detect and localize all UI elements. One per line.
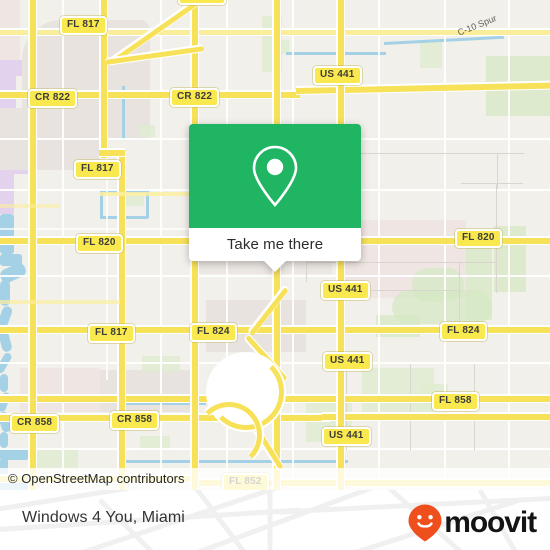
moovit-map-screenshot: FL 817 CR 822 CR 822 US 441 FL 817 FL 82… (0, 0, 550, 550)
road-shield (178, 0, 226, 5)
landuse-grass (139, 125, 155, 137)
landuse-grass (126, 196, 144, 206)
road-shield: US 441 (322, 427, 371, 446)
road-primary (322, 414, 550, 420)
road-shield: CR 858 (10, 414, 60, 433)
road-shield: FL 824 (190, 323, 237, 342)
road-shield: US 441 (323, 352, 372, 371)
road-secondary (0, 204, 60, 208)
road-shield: FL 824 (440, 322, 487, 341)
road-shield: US 441 (313, 66, 362, 85)
road-shield: FL 820 (455, 229, 502, 248)
map-canvas[interactable]: FL 817 CR 822 CR 822 US 441 FL 817 FL 82… (0, 0, 550, 490)
water-body (0, 214, 14, 254)
place-name: Windows 4 You, Miami (22, 509, 185, 526)
road-secondary (100, 192, 196, 196)
popup-footer[interactable]: Take me there (189, 228, 361, 272)
take-me-there-label: Take me there (226, 236, 324, 253)
road-track (306, 262, 307, 282)
road-shield: FL 858 (432, 392, 479, 411)
landuse-residential (96, 370, 196, 412)
road-shield: US 441 (321, 281, 370, 300)
landuse-grass (420, 42, 442, 68)
moovit-wordmark: moovit (444, 506, 537, 539)
moovit-logo: moovit (408, 504, 537, 542)
map-pin-icon (252, 145, 298, 207)
road-track (459, 262, 460, 322)
road-shield: FL 817 (74, 160, 121, 179)
landuse-park (466, 246, 492, 320)
popup-tail (264, 261, 286, 272)
landuse-grass (36, 448, 78, 468)
popup-header (189, 124, 361, 228)
road-shield: FL 817 (60, 16, 107, 35)
road-shield: FL 820 (76, 234, 123, 253)
road-track (461, 183, 523, 184)
moovit-pin-smiley-icon (408, 504, 442, 542)
road-primary (99, 150, 125, 156)
building-complex (0, 174, 14, 214)
road-track (306, 262, 496, 263)
road-primary (119, 152, 125, 490)
water-body (0, 432, 8, 448)
road-interchange (196, 402, 262, 468)
landuse-park (412, 268, 464, 302)
bottom-bar: Windows 4 You, Miami moovit (0, 490, 550, 550)
road-shield: CR 858 (110, 411, 160, 430)
road-shield: CR 822 (28, 89, 78, 108)
road-shield: CR 822 (170, 88, 220, 107)
osm-attribution: © OpenStreetMap contributors (0, 468, 550, 490)
road-shield: FL 817 (88, 324, 135, 343)
water-body (0, 374, 8, 392)
road-secondary (0, 300, 120, 304)
road-track (410, 364, 411, 450)
take-me-there-popup[interactable]: Take me there (189, 124, 361, 272)
